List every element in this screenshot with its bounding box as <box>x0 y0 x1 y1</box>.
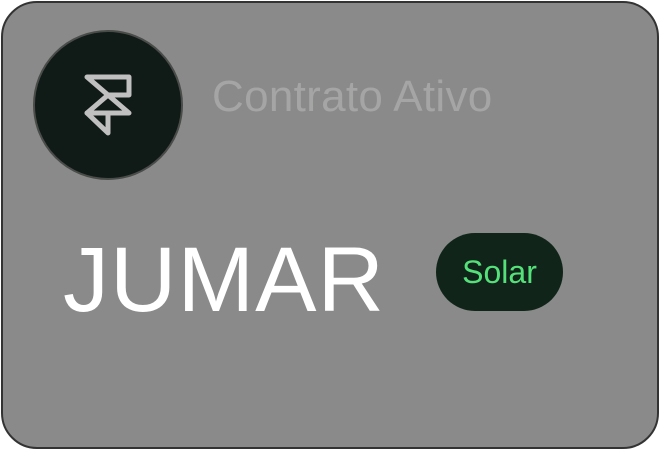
contract-type-label: Solar <box>462 254 537 290</box>
client-name: JUMAR <box>63 229 385 331</box>
logo-avatar <box>33 30 183 180</box>
framer-logo-icon <box>84 74 132 136</box>
contract-type-badge: Solar <box>436 233 563 311</box>
contract-status-label: Contrato Ativo <box>212 72 493 121</box>
contract-card[interactable]: Contrato Ativo JUMAR Solar <box>1 1 659 449</box>
